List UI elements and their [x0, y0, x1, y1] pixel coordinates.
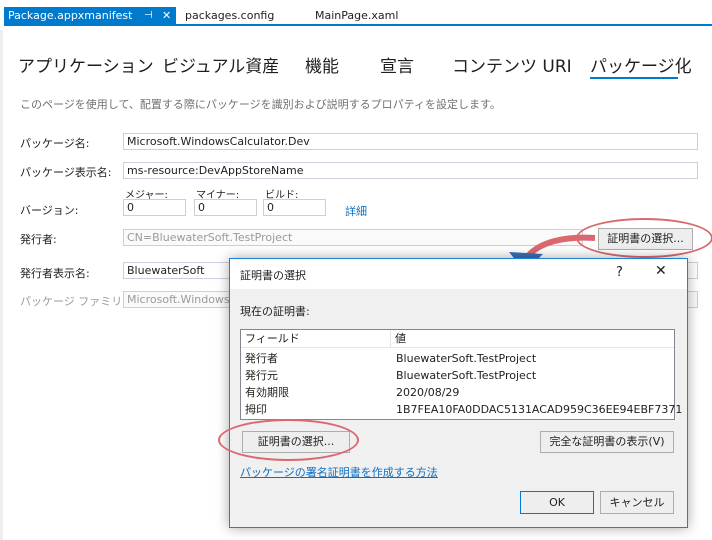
build-input[interactable]: 0 [263, 199, 326, 216]
table-cell-field: 有効期限 [245, 386, 289, 399]
show-full-cert-button[interactable]: 完全な証明書の表示(V) [540, 431, 674, 453]
tab-visual-assets[interactable]: ビジュアル資産 [162, 52, 279, 77]
package-family-label: パッケージ ファミリ名: [20, 295, 137, 308]
doc-tab-label: Package.appxmanifest [8, 9, 133, 22]
table-cell-field: 発行者 [245, 352, 278, 365]
dialog-title: 証明書の選択 [240, 269, 306, 282]
table-cell-value: BluewaterSoft.TestProject [396, 369, 537, 382]
current-cert-label: 現在の証明書: [240, 305, 310, 318]
doc-tab-mainpage-xaml[interactable]: MainPage.xaml [311, 7, 402, 24]
display-name-label: パッケージ表示名: [20, 166, 112, 179]
tab-capabilities[interactable]: 機能 [305, 52, 339, 77]
doc-tab-packages-config[interactable]: packages.config [181, 7, 278, 24]
pin-icon[interactable]: ⊣ [144, 7, 153, 24]
cancel-button[interactable]: キャンセル [600, 491, 674, 514]
column-header-field[interactable]: フィールド [241, 330, 391, 348]
table-cell-value: 1B7FEA10FA0DDAC5131ACAD959C36EE94EBF7371 [396, 403, 683, 416]
doc-tab-package-appxmanifest[interactable]: Package.appxmanifest ⊣ ✕ [4, 7, 176, 24]
column-header-value[interactable]: 値 [391, 330, 674, 348]
publisher-display-label: 発行者表示名: [20, 267, 90, 280]
version-label: バージョン: [20, 204, 79, 217]
package-name-input[interactable]: Microsoft.WindowsCalculator.Dev [123, 133, 698, 150]
tab-content-uris[interactable]: コンテンツ URI [452, 52, 572, 77]
package-name-label: パッケージ名: [20, 137, 90, 150]
tab-declarations[interactable]: 宣言 [380, 52, 414, 77]
table-cell-value: BluewaterSoft.TestProject [396, 352, 537, 365]
select-certificate-dialog: 証明書の選択 ? ✕ 現在の証明書: フィールド 値 発行者 Bluewater… [229, 258, 688, 528]
table-cell-value: 2020/08/29 [396, 386, 460, 399]
highlight-ellipse-dialog [218, 419, 359, 461]
selected-tab-underline [590, 77, 678, 79]
tab-packaging[interactable]: パッケージ化 [590, 52, 692, 77]
close-icon[interactable]: ✕ [162, 7, 171, 24]
page-description: このページを使用して、配置する際にパッケージを識別および説明するプロパティを設定… [20, 98, 501, 111]
table-cell-field: 発行元 [245, 369, 278, 382]
doc-tab-label: packages.config [185, 9, 275, 22]
publisher-label: 発行者: [20, 233, 57, 246]
tab-application[interactable]: アプリケーション [18, 52, 154, 77]
doc-tab-underline [4, 24, 712, 26]
details-link[interactable]: 詳細 [345, 203, 367, 219]
major-input[interactable]: 0 [123, 199, 186, 216]
certificate-table: フィールド 値 発行者 BluewaterSoft.TestProject 発行… [240, 329, 682, 420]
help-icon[interactable]: ? [616, 265, 623, 280]
doc-tab-label: MainPage.xaml [315, 9, 399, 22]
highlight-ellipse-main [576, 218, 712, 258]
create-cert-help-link[interactable]: パッケージの署名証明書を作成する方法 [240, 464, 438, 480]
display-name-input[interactable]: ms-resource:DevAppStoreName [123, 162, 698, 179]
ok-button[interactable]: OK [520, 491, 594, 514]
close-icon[interactable]: ✕ [655, 263, 667, 279]
minor-input[interactable]: 0 [194, 199, 257, 216]
left-edge [0, 30, 3, 540]
table-cell-field: 拇印 [245, 403, 267, 416]
